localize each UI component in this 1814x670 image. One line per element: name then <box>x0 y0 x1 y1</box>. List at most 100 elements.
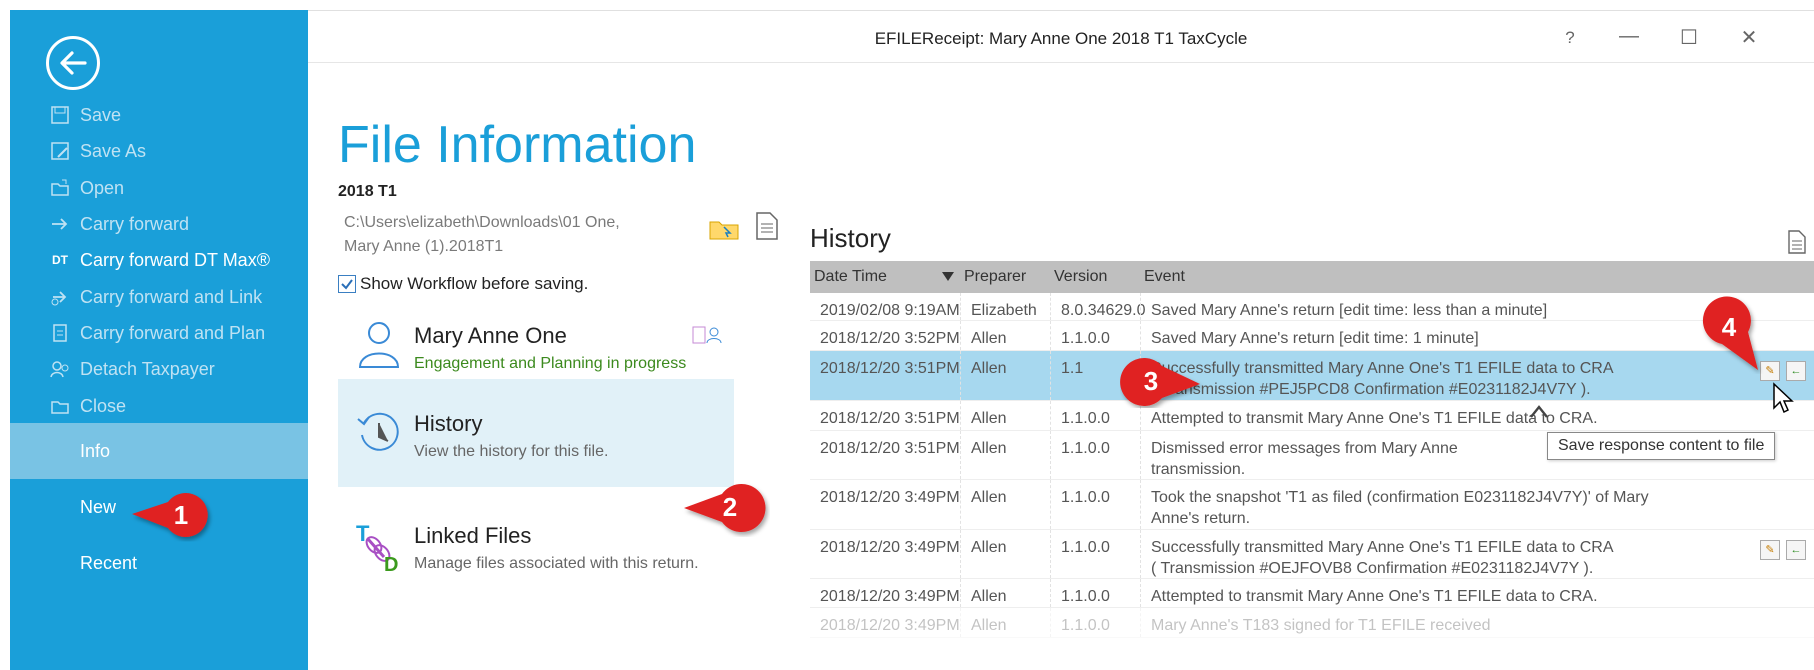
dismiss-x-icon[interactable] <box>1529 403 1549 419</box>
cell-preparer: Allen <box>960 321 1050 350</box>
save-response-icon[interactable]: ← <box>1786 540 1806 560</box>
back-button[interactable] <box>46 36 100 90</box>
card-title: Mary Anne One <box>414 323 567 348</box>
sidebar-item-save[interactable]: Save <box>10 96 308 134</box>
cell-preparer: Allen <box>960 579 1050 607</box>
backstage-sidebar: Save Save As Open Carry forward DT Carry… <box>10 10 308 670</box>
history-grid-header: Date Time Preparer Version Event <box>810 261 1814 293</box>
sidebar-item-carry-forward-plan[interactable]: Carry forward and Plan <box>10 314 308 352</box>
carry-forward-icon <box>48 212 72 236</box>
svg-text:T: T <box>356 521 370 546</box>
export-history-icon[interactable] <box>1786 229 1808 260</box>
sidebar-item-save-as[interactable]: Save As <box>10 132 308 170</box>
event-text: Attempted to transmit Mary Anne One's T1… <box>1151 588 1598 605</box>
sort-descending-icon <box>942 272 954 281</box>
open-folder-icon <box>48 176 72 200</box>
table-row[interactable]: 2018/12/20 3:49PM Allen 1.1.0.0 Successf… <box>810 530 1814 579</box>
cell-date: 2018/12/20 3:52PM <box>820 330 960 347</box>
cell-preparer: Elizabeth <box>960 293 1050 320</box>
cell-date: 2018/12/20 3:51PM <box>820 410 960 427</box>
history-card[interactable]: History View the history for this file. <box>338 379 734 487</box>
event-text: Saved Mary Anne's return [edit time: les… <box>1151 302 1548 319</box>
sidebar-tab-label: Recent <box>80 552 138 573</box>
back-arrow-icon <box>60 51 87 75</box>
table-row-selected[interactable]: 2018/12/20 3:51PM Allen 1.1 Successfully… <box>810 351 1814 401</box>
cell-version: 1.1.0.0 <box>1050 608 1140 637</box>
carry-forward-plan-icon <box>48 321 72 345</box>
sidebar-item-carry-forward-link[interactable]: Carry forward and Link <box>10 278 308 316</box>
column-header-preparer[interactable]: Preparer <box>960 261 1050 293</box>
sidebar-tab-label: New <box>80 496 117 517</box>
table-row[interactable]: 2018/12/20 3:52PM Allen 1.1.0.0 Saved Ma… <box>810 321 1814 351</box>
sidebar-item-detach-taxpayer[interactable]: Detach Taxpayer <box>10 350 308 388</box>
view-response-icon[interactable]: ✎ <box>1760 540 1780 560</box>
history-clock-icon <box>357 412 399 451</box>
cell-date: 2018/12/20 3:49PM <box>820 539 960 556</box>
cell-preparer: Allen <box>960 351 1050 400</box>
card-subtitle: Engagement and Planning in progress <box>414 355 687 372</box>
cell-event: Successfully transmitted Mary Anne One's… <box>1140 530 1814 578</box>
cell-version: 1.1.0.0 <box>1050 530 1140 578</box>
cell-preparer: Allen <box>960 401 1050 430</box>
callout-4-label: 4 <box>1721 312 1737 342</box>
sidebar-item-label: Save <box>80 104 122 125</box>
cell-version: 1.1.0.0 <box>1050 480 1140 529</box>
table-row[interactable]: 2018/12/20 3:49PM Allen 1.1.0.0 Mary Ann… <box>810 608 1814 638</box>
cell-event: Attempted to transmit Mary Anne One's T1… <box>1140 401 1814 430</box>
person-icon <box>358 322 400 368</box>
event-text: Mary Anne's T183 signed for T1 EFILE rec… <box>1151 617 1491 634</box>
help-button[interactable]: ? <box>1555 28 1585 48</box>
sidebar-tab-label: Info <box>80 440 111 461</box>
card-subtitle: Manage files associated with this return… <box>414 555 699 572</box>
cell-version: 1.1.0.0 <box>1050 431 1140 479</box>
table-row[interactable]: 2018/12/20 3:51PM Allen 1.1.0.0 Attempte… <box>810 401 1814 431</box>
open-file-location-icon[interactable] <box>708 217 740 246</box>
document-properties-icon[interactable] <box>754 211 780 246</box>
event-text: Took the snapshot 'T1 as filed (confirma… <box>1151 489 1649 506</box>
table-row[interactable]: 2018/12/20 3:49PM Allen 1.1.0.0 Attempte… <box>810 579 1814 608</box>
cell-preparer: Allen <box>960 608 1050 637</box>
sidebar-item-close[interactable]: Close <box>10 387 308 425</box>
couple-icon[interactable] <box>692 325 722 345</box>
column-header-event[interactable]: Event <box>1140 261 1814 293</box>
main-window: EFILEReceipt: Mary Anne One 2018 T1 TaxC… <box>308 10 1814 670</box>
cell-date: 2018/12/20 3:49PM <box>820 489 960 506</box>
sidebar-tab-recent[interactable]: Recent <box>10 535 308 591</box>
cell-date: 2019/02/08 9:19AM <box>820 302 960 319</box>
maximize-button[interactable]: ☐ <box>1674 25 1704 50</box>
close-button[interactable]: ✕ <box>1734 25 1764 50</box>
cell-preparer: Allen <box>960 530 1050 578</box>
linked-files-card[interactable]: T D Linked Files Manage files associated… <box>338 491 734 599</box>
tooltip: Save response content to file <box>1547 432 1776 460</box>
table-row[interactable]: 2019/02/08 9:19AM Elizabeth 8.0.34629.0 … <box>810 293 1814 321</box>
event-text: Successfully transmitted Mary Anne One's… <box>1151 539 1614 556</box>
event-text: ( Transmission #PEJ5PCD8 Confirmation #E… <box>1151 381 1591 398</box>
save-response-icon[interactable]: ← <box>1786 361 1806 381</box>
file-path-line: Mary Anne (1).2018T1 <box>344 238 504 255</box>
save-as-icon <box>48 139 72 163</box>
sidebar-item-carry-forward-dt-max[interactable]: DT Carry forward DT Max® <box>10 241 308 279</box>
card-title: Linked Files <box>414 523 532 548</box>
event-text: Saved Mary Anne's return [edit time: 1 m… <box>1151 330 1479 347</box>
sidebar-item-open[interactable]: Open <box>10 169 308 207</box>
sidebar-tab-info[interactable]: Info <box>10 423 308 479</box>
history-title: History <box>810 223 891 253</box>
table-row[interactable]: 2018/12/20 3:49PM Allen 1.1.0.0 Took the… <box>810 480 1814 530</box>
cell-event: Attempted to transmit Mary Anne One's T1… <box>1140 579 1814 607</box>
card-subtitle: View the history for this file. <box>414 443 609 460</box>
cell-date: 2018/12/20 3:49PM <box>820 617 960 634</box>
linked-files-icon: T D <box>356 521 398 573</box>
cell-date: 2018/12/20 3:51PM <box>820 440 960 457</box>
file-year: 2018 T1 <box>338 183 397 200</box>
minimize-button[interactable]: — <box>1614 25 1644 48</box>
sidebar-item-carry-forward[interactable]: Carry forward <box>10 205 308 243</box>
column-header-version[interactable]: Version <box>1050 261 1140 293</box>
sidebar-item-label: Close <box>80 395 127 416</box>
column-header-date[interactable]: Date Time <box>810 261 960 293</box>
cell-version: 1.1.0.0 <box>1050 321 1140 350</box>
card-title: History <box>414 411 483 436</box>
sidebar-item-label: Carry forward DT Max® <box>80 249 270 270</box>
detach-taxpayer-icon <box>48 357 72 381</box>
event-text: transmission. <box>1151 461 1246 478</box>
event-text: Anne's return. <box>1151 510 1251 527</box>
